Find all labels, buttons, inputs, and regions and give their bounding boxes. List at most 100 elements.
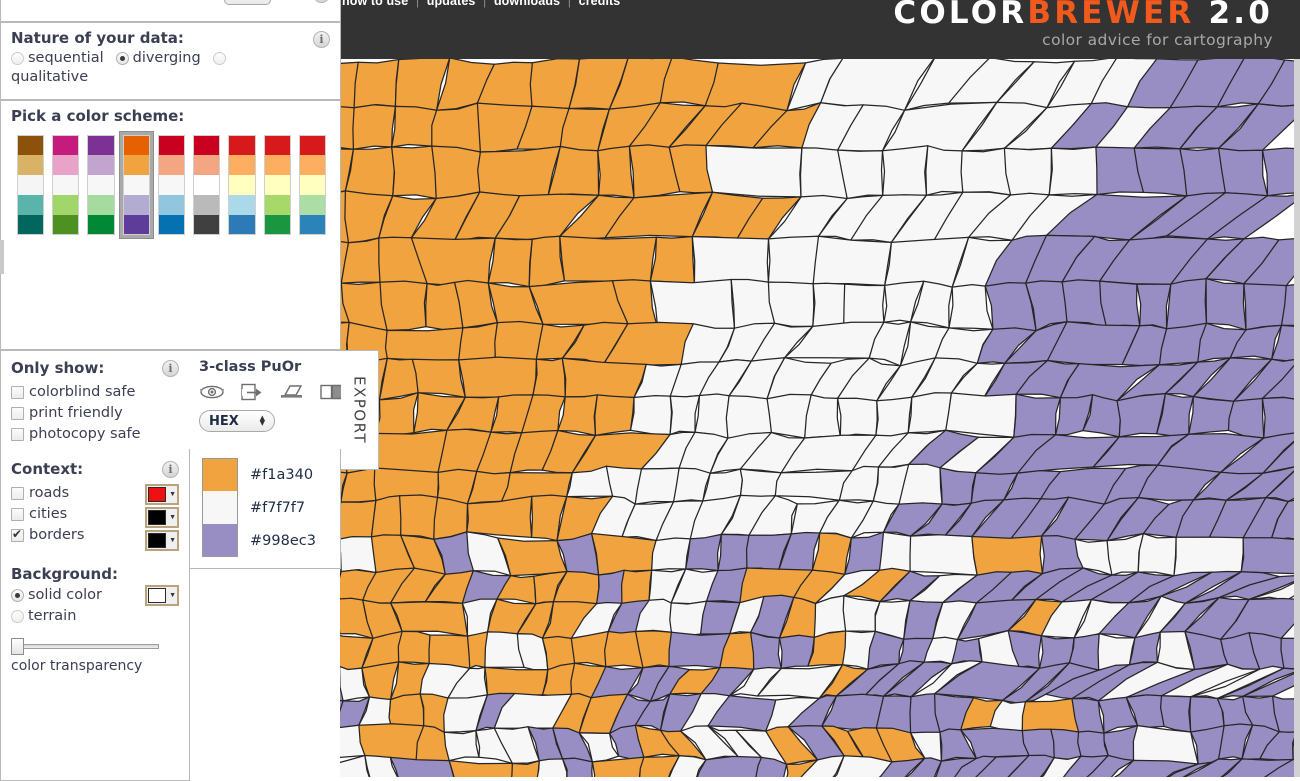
county-polygon [629, 394, 673, 436]
county-polygon [370, 495, 403, 538]
scheme-color-band [87, 135, 115, 155]
number-of-classes-label: Number of data classes: [11, 0, 216, 4]
export-arrow-icon[interactable] [239, 382, 265, 402]
radio-terrain[interactable]: terrain [11, 608, 179, 624]
county-polygon [466, 495, 533, 539]
county-polygon [379, 280, 428, 332]
county-polygon [685, 533, 722, 572]
borders-color-picker[interactable]: ▼ [145, 530, 179, 551]
county-polygon [344, 146, 396, 197]
color-transparency-slider[interactable] [11, 638, 159, 655]
county-polygon [804, 394, 841, 439]
county-polygon [431, 102, 482, 153]
county-polygon [1003, 147, 1053, 196]
radio-solid-color-dot [11, 588, 24, 602]
scheme-color-band [228, 155, 256, 175]
number-of-classes-select[interactable]: 3 ▼ [223, 0, 271, 5]
checkbox-print-friendly-label: print friendly [29, 405, 123, 421]
info-icon-context[interactable]: i [162, 460, 179, 478]
checkbox-print-friendly[interactable]: print friendly [11, 405, 179, 421]
nav-link-downloads[interactable]: downloads [494, 0, 560, 8]
county-polygon [1048, 146, 1099, 196]
laptop-icon[interactable] [279, 382, 305, 402]
county-polygon [875, 396, 913, 437]
info-icon-classes[interactable]: i [313, 0, 330, 3]
map-canvas[interactable] [340, 0, 1300, 781]
chevron-down-icon: ▼ [169, 491, 176, 498]
radio-sequential-dot [11, 51, 24, 65]
nav-separator: | [567, 0, 572, 8]
eye-icon[interactable] [199, 382, 225, 402]
scheme-color-band [157, 155, 186, 175]
checkbox-colorblind-safe[interactable]: colorblind safe [11, 384, 179, 400]
scheme-color-band [17, 155, 45, 175]
color-scheme-rdylbu[interactable] [224, 131, 259, 239]
scheme-color-band [157, 215, 186, 235]
scheme-color-band [298, 155, 326, 175]
scheme-color-band [52, 155, 80, 175]
nav-link-how-to-use[interactable]: how to use [342, 0, 408, 8]
panel-scroll-indicator[interactable] [0, 240, 4, 274]
county-polygon [477, 145, 561, 198]
export-tab[interactable]: EXPORT [341, 350, 379, 470]
county-polygon [717, 533, 750, 573]
legend-hex-value: #f1a340 [250, 466, 314, 483]
color-scheme-spectral[interactable] [295, 131, 330, 239]
county-polygon [705, 144, 803, 198]
scheme-color-band [263, 175, 291, 195]
color-scheme-brbg[interactable] [13, 131, 48, 239]
county-polygon [559, 235, 658, 282]
radio-diverging[interactable]: diverging [115, 50, 201, 66]
county-polygon [596, 569, 625, 606]
scheme-color-band [87, 175, 115, 195]
right-edge-strip [1294, 0, 1300, 781]
county-polygon [620, 569, 653, 605]
checkbox-colorblind-safe-label: colorblind safe [29, 384, 136, 400]
color-scheme-puor[interactable] [118, 131, 154, 239]
county-polygon [1240, 537, 1300, 575]
export-tab-label: EXPORT [350, 375, 369, 445]
background-color-picker[interactable]: ▼ [145, 585, 179, 606]
legend-entry[interactable]: #998ec3 [202, 524, 330, 557]
county-polygon [691, 235, 770, 285]
color-scheme-rdylgn[interactable] [260, 131, 295, 239]
color-scheme-prgn[interactable] [83, 131, 118, 239]
info-icon-only-show[interactable]: i [162, 359, 179, 377]
color-scheme-rdgy[interactable] [189, 131, 224, 239]
cities-color-picker[interactable]: ▼ [145, 507, 179, 528]
county-polygon [694, 393, 730, 439]
nav-link-updates[interactable]: updates [427, 0, 476, 8]
radio-qualitative[interactable] [212, 51, 230, 65]
scheme-color-band [122, 195, 150, 215]
scheme-color-band [193, 155, 221, 175]
radio-sequential[interactable]: sequential [11, 50, 104, 66]
scheme-color-band [17, 215, 45, 235]
scheme-color-band [122, 135, 150, 155]
county-polygon [842, 595, 881, 633]
slider-knob[interactable] [11, 638, 24, 655]
info-icon-nature[interactable]: i [313, 31, 330, 48]
nature-of-data-panel: Nature of your data: i sequential diverg… [0, 22, 341, 100]
export-format-value: HEX [209, 413, 239, 429]
county-polygon [340, 535, 377, 574]
scheme-color-band [298, 195, 326, 215]
scheme-color-band [87, 215, 115, 235]
scheme-color-band [122, 215, 150, 235]
color-scheme-piyg[interactable] [48, 131, 83, 239]
county-polygon [352, 104, 397, 150]
nav-link-credits[interactable]: credits [579, 0, 621, 8]
county-polygon [487, 237, 533, 288]
county-polygon [1173, 536, 1244, 577]
color-scheme-rdbu[interactable] [154, 131, 189, 239]
scheme-color-band [228, 135, 256, 155]
roads-color-picker[interactable]: ▼ [145, 484, 179, 505]
export-format-select[interactable]: HEX ▲ ▼ [199, 410, 275, 432]
legend-entry[interactable]: #f1a340 [202, 458, 330, 491]
background-group: Background: solid color ▼ terrain color … [11, 565, 179, 674]
county-polygon [398, 494, 439, 540]
checkbox-photocopy-safe[interactable]: photocopy safe [11, 426, 179, 442]
radio-solid-color-label: solid color [28, 587, 103, 603]
county-polygon [397, 630, 431, 665]
legend-entry[interactable]: #f7f7f7 [202, 491, 330, 524]
county-polygon [340, 499, 377, 540]
